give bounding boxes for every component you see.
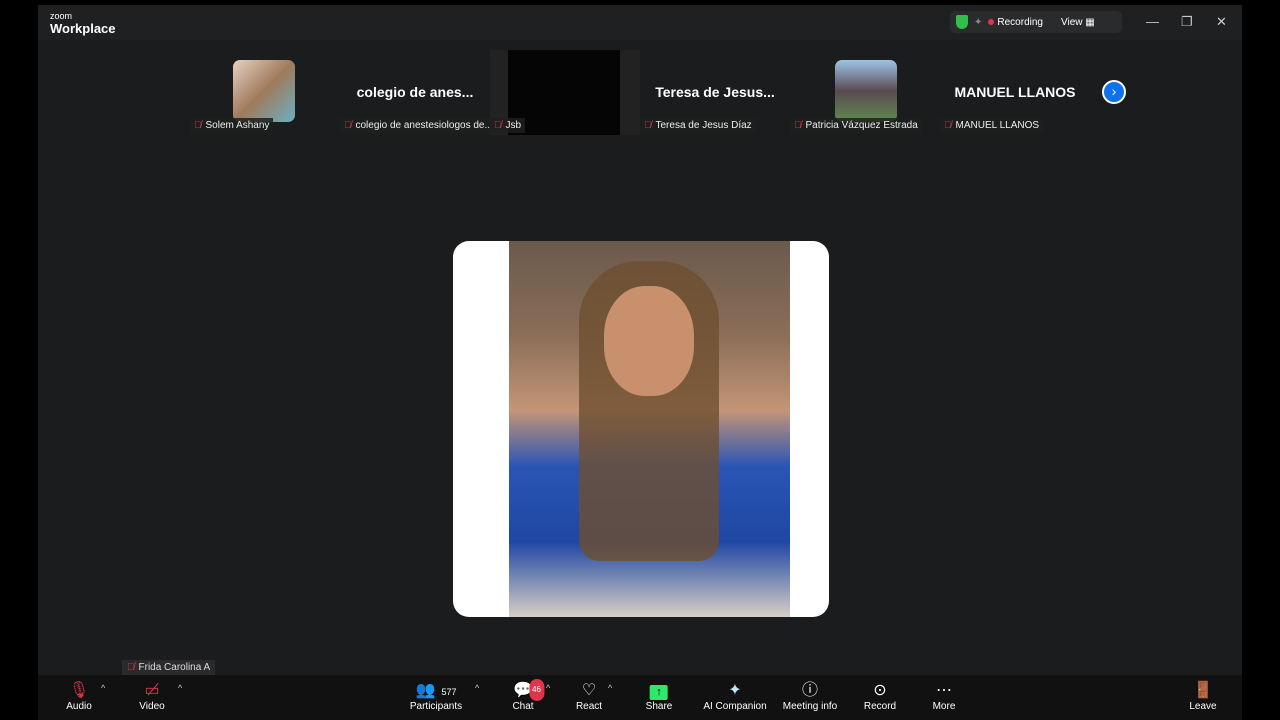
minimize-button[interactable]: — xyxy=(1146,14,1159,29)
security-shield-icon[interactable] xyxy=(956,15,968,29)
ai-companion-button[interactable]: ✦ AI Companion xyxy=(703,681,766,712)
video-off-icon: ▭̸ xyxy=(144,682,160,699)
chat-icon: 💬 46 xyxy=(513,679,544,701)
chat-options-caret[interactable]: ^ xyxy=(546,683,550,693)
audio-button[interactable]: 🎙 Audio xyxy=(66,681,92,712)
recording-indicator[interactable]: Recording xyxy=(988,17,1043,28)
record-icon: ⊙ xyxy=(873,682,887,699)
avatar xyxy=(233,60,295,122)
avatar xyxy=(835,60,897,122)
participant-thumb[interactable]: 🎙̸ Jsb xyxy=(490,50,640,135)
muted-mic-icon: 🎙̸ xyxy=(344,120,352,131)
video-options-caret[interactable]: ^ xyxy=(178,683,182,693)
leave-door-icon: 🚪 xyxy=(1193,682,1213,699)
share-arrow-icon: ↑ xyxy=(650,685,668,700)
participant-thumb[interactable]: 🎙̸ Patricia Vázquez Estrada xyxy=(790,50,940,135)
participant-thumb[interactable]: MANUEL LLANOS 🎙̸ MANUEL LLANOS xyxy=(940,50,1090,135)
profile-photo xyxy=(509,241,790,617)
share-button[interactable]: ↑ Share xyxy=(646,681,672,712)
video-button[interactable]: ▭̸ Video xyxy=(139,681,164,712)
title-bar: zoom Workplace ✦ Recording View ▦ — ❐ ✕ xyxy=(38,5,1242,40)
info-icon: ⓘ xyxy=(801,682,819,699)
muted-mic-icon: 🎙̸ xyxy=(127,662,135,673)
participant-thumb[interactable]: Teresa de Jesus... 🎙̸ Teresa de Jesus Día… xyxy=(640,50,790,135)
participants-options-caret[interactable]: ^ xyxy=(475,683,479,693)
active-speaker-video xyxy=(453,241,829,617)
chevron-right-icon: › xyxy=(1111,83,1117,99)
chat-badge: 46 xyxy=(529,679,544,701)
restore-button[interactable]: ❐ xyxy=(1181,14,1193,30)
muted-mic-icon: 🎙̸ xyxy=(194,120,202,131)
more-button[interactable]: ⋯ More xyxy=(933,681,956,712)
zoom-window: zoom Workplace ✦ Recording View ▦ — ❐ ✕ 🎙… xyxy=(38,5,1242,720)
heart-icon: ♡ xyxy=(581,682,597,699)
meeting-status-bar: ✦ Recording View ▦ xyxy=(950,11,1122,33)
react-options-caret[interactable]: ^ xyxy=(608,683,612,693)
participant-thumb[interactable]: colegio de anes... 🎙̸ colegio de anestesi… xyxy=(340,50,497,135)
next-page-button[interactable]: › xyxy=(1102,80,1126,104)
leave-button[interactable]: 🚪 Leave xyxy=(1189,681,1216,712)
muted-mic-icon: 🎙̸ xyxy=(794,120,802,131)
muted-mic-icon: 🎙 xyxy=(68,682,90,699)
participant-thumb[interactable]: 🎙̸ Solem Ashany xyxy=(190,50,340,135)
sparkle-icon[interactable]: ✦ xyxy=(974,17,982,28)
view-button[interactable]: View ▦ xyxy=(1061,17,1095,28)
participants-icon: 👥 xyxy=(415,682,436,699)
muted-mic-icon: 🎙̸ xyxy=(494,120,502,131)
meeting-info-button[interactable]: ⓘ Meeting info xyxy=(783,681,837,712)
zoom-logo: zoom Workplace xyxy=(50,11,116,36)
audio-options-caret[interactable]: ^ xyxy=(101,683,105,693)
meeting-toolbar: 🎙 Audio ^ ▭̸ Video ^ 👥 577 Participants ^ 💬 4… xyxy=(38,675,1242,720)
recording-dot-icon xyxy=(988,18,995,25)
close-button[interactable]: ✕ xyxy=(1216,14,1227,30)
more-dots-icon: ⋯ xyxy=(935,682,952,699)
react-button[interactable]: ♡ React xyxy=(576,681,602,712)
muted-mic-icon: 🎙̸ xyxy=(644,120,652,131)
chat-button[interactable]: 💬 46 Chat xyxy=(512,679,544,712)
speaker-name-label: 🎙̸ Frida Carolina A xyxy=(122,660,216,675)
ai-sparkle-icon: ✦ xyxy=(728,682,742,699)
record-button[interactable]: ⊙ Record xyxy=(864,681,896,712)
muted-mic-icon: 🎙̸ xyxy=(944,120,952,131)
grid-icon: ▦ xyxy=(1085,16,1095,28)
participants-button[interactable]: 👥 577 Participants xyxy=(410,681,462,712)
